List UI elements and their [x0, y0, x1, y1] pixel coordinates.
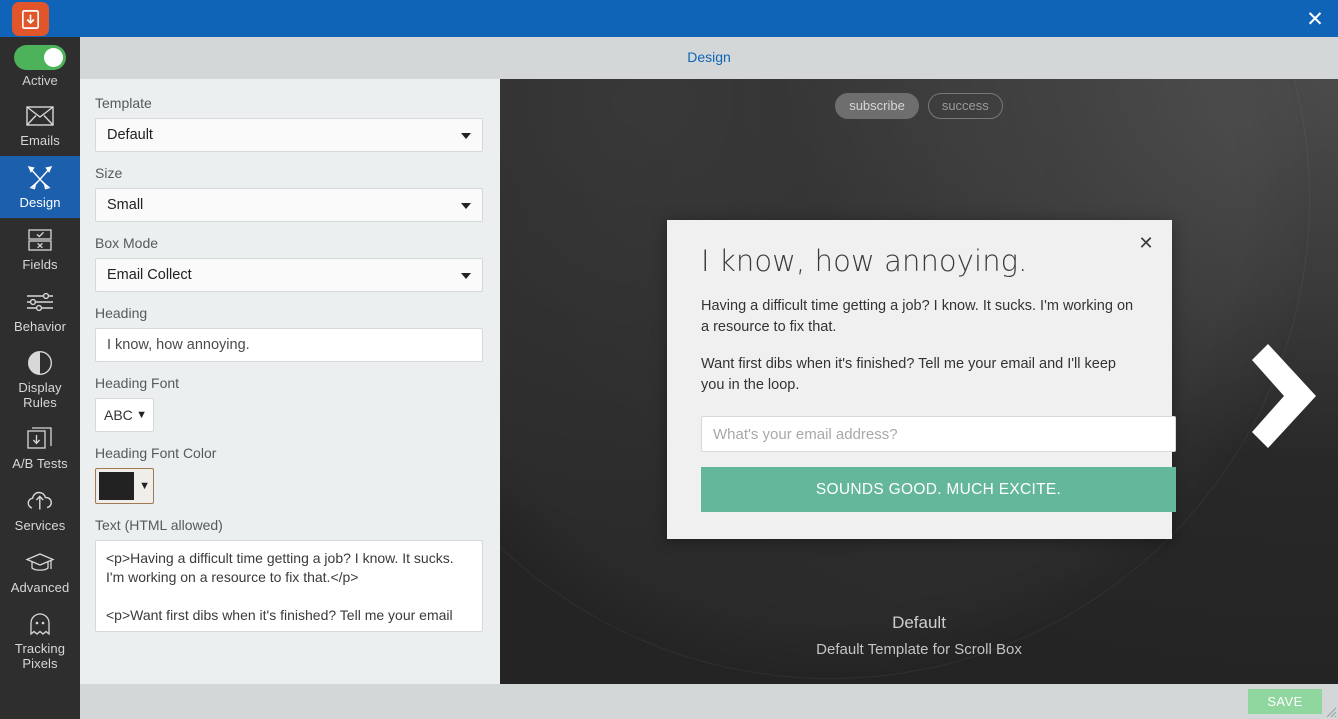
- download-box-icon: [19, 8, 42, 31]
- preview-modal: ✕ I know, how annoying. Having a difficu…: [667, 220, 1172, 539]
- field-heading: Heading: [95, 305, 485, 362]
- field-heading-font-color: Heading Font Color ▼: [95, 445, 485, 504]
- field-box-mode: Box Mode Email Collect: [95, 235, 485, 292]
- color-swatch: [99, 472, 134, 500]
- active-toggle[interactable]: [14, 45, 66, 70]
- modal-submit-button[interactable]: SOUNDS GOOD. MUCH EXCITE.: [701, 467, 1176, 512]
- sidebar-item-display-rules[interactable]: Display Rules: [0, 342, 80, 417]
- heading-font-color-picker[interactable]: ▼: [95, 468, 154, 504]
- preview-canvas: subscribe success ✕ I know, how annoying…: [500, 79, 1338, 684]
- tab-design[interactable]: Design: [681, 49, 737, 65]
- modal-email-input[interactable]: [701, 416, 1176, 452]
- modal-heading: I know, how annoying.: [701, 244, 1138, 278]
- save-button[interactable]: SAVE: [1248, 689, 1322, 714]
- sidebar-item-label: A/B Tests: [12, 456, 68, 471]
- stacked-download-icon: [26, 424, 54, 454]
- sidebar-item-advanced[interactable]: Advanced: [0, 541, 80, 603]
- sidebar-item-tracking-pixels[interactable]: Tracking Pixels: [0, 603, 80, 678]
- heading-label: Heading: [95, 305, 485, 321]
- heading-input[interactable]: [95, 328, 483, 362]
- next-template-arrow[interactable]: [1248, 336, 1328, 461]
- sidebar-item-label: Emails: [20, 133, 60, 148]
- sidebar-item-design[interactable]: Design: [0, 156, 80, 218]
- graduation-cap-icon: [25, 548, 55, 578]
- ghost-icon: [27, 609, 53, 639]
- title-bar: ✕: [0, 0, 1338, 37]
- sidebar-item-services[interactable]: Services: [0, 479, 80, 541]
- caption-title: Default: [500, 613, 1338, 633]
- field-template: Template Default: [95, 95, 485, 152]
- contrast-circle-icon: [27, 348, 53, 378]
- box-mode-label: Box Mode: [95, 235, 485, 251]
- app-icon: [12, 2, 49, 36]
- caption-subtitle: Default Template for Scroll Box: [500, 641, 1338, 658]
- template-value: Default: [107, 127, 153, 143]
- modal-paragraph: Want first dibs when it's finished? Tell…: [701, 354, 1138, 396]
- heading-font-select[interactable]: ABC ▼: [95, 398, 154, 432]
- sidebar-item-label: Tracking Pixels: [2, 641, 78, 671]
- pill-subscribe[interactable]: subscribe: [835, 93, 919, 119]
- sidebar-item-label: Fields: [22, 257, 57, 272]
- sidebar-item-label: Design: [19, 195, 60, 210]
- chevron-down-icon: [461, 203, 471, 209]
- text-html-textarea[interactable]: <p>Having a difficult time getting a job…: [95, 540, 483, 632]
- pencils-crossed-icon: [26, 163, 54, 193]
- tab-strip: Design: [80, 37, 1338, 79]
- text-html-label: Text (HTML allowed): [95, 517, 485, 533]
- box-mode-select[interactable]: Email Collect: [95, 258, 483, 292]
- template-label: Template: [95, 95, 485, 111]
- preview-caption: Default Default Template for Scroll Box: [500, 613, 1338, 658]
- resize-grip-icon: [1323, 704, 1337, 718]
- modal-paragraph: Having a difficult time getting a job? I…: [701, 296, 1138, 338]
- sidebar-item-behavior[interactable]: Behavior: [0, 280, 80, 342]
- heading-font-value: ABC: [104, 407, 133, 423]
- cloud-upload-icon: [25, 486, 55, 516]
- sidebar-item-label: Display Rules: [2, 380, 78, 410]
- field-heading-font: Heading Font ABC ▼: [95, 375, 485, 432]
- toggle-knob: [44, 48, 63, 67]
- modal-close-button[interactable]: ✕: [1135, 232, 1157, 254]
- app-window: ✕ Active Emails: [0, 0, 1338, 719]
- heading-font-color-label: Heading Font Color: [95, 445, 485, 461]
- active-toggle-label: Active: [22, 73, 57, 88]
- sliders-icon: [25, 287, 55, 317]
- design-form-panel: Template Default Size Small Box Mode Ema…: [80, 79, 500, 684]
- chevron-down-icon: [461, 273, 471, 279]
- sidebar-item-label: Behavior: [14, 319, 66, 334]
- box-mode-value: Email Collect: [107, 267, 192, 283]
- size-value: Small: [107, 197, 143, 213]
- footer-bar: SAVE: [80, 684, 1338, 719]
- form-fields-icon: [26, 225, 54, 255]
- sidebar-item-ab-tests[interactable]: A/B Tests: [0, 417, 80, 479]
- field-text-html: Text (HTML allowed) <p>Having a difficul…: [95, 517, 485, 637]
- sidebar-item-label: Advanced: [11, 580, 70, 595]
- size-label: Size: [95, 165, 485, 181]
- envelope-icon: [26, 101, 54, 131]
- window-close-button[interactable]: ✕: [1302, 6, 1328, 32]
- sidebar: Active Emails: [0, 37, 80, 719]
- sidebar-item-label: Services: [15, 518, 66, 533]
- field-size: Size Small: [95, 165, 485, 222]
- size-select[interactable]: Small: [95, 188, 483, 222]
- active-toggle-group: Active: [14, 45, 66, 88]
- sidebar-item-fields[interactable]: Fields: [0, 218, 80, 280]
- template-select[interactable]: Default: [95, 118, 483, 152]
- chevron-down-icon: [461, 133, 471, 139]
- pill-success[interactable]: success: [928, 93, 1003, 119]
- chevron-down-icon: ▼: [136, 410, 147, 421]
- heading-font-label: Heading Font: [95, 375, 485, 391]
- sidebar-item-emails[interactable]: Emails: [0, 94, 80, 156]
- preview-state-pills: subscribe success: [500, 93, 1338, 119]
- chevron-right-icon: [1248, 336, 1328, 456]
- tab-center-wrap: Design: [80, 49, 1338, 67]
- chevron-down-icon: ▼: [139, 481, 150, 492]
